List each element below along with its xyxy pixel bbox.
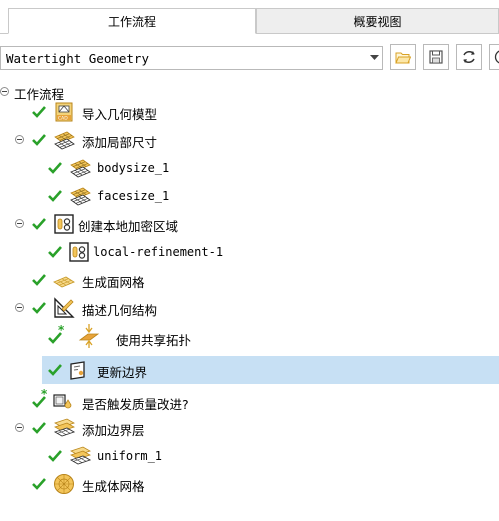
save-workflow-button[interactable] [423, 44, 449, 70]
tree-item-update-boundaries[interactable]: 更新边界 [42, 356, 499, 384]
tree-item-facesize[interactable]: facesize_1 [0, 182, 499, 210]
tree-item-share-topology[interactable]: * 使用共享拓扑 [0, 322, 499, 350]
save-icon [429, 50, 443, 64]
surface-mesh-icon [53, 276, 75, 288]
tab-workflow[interactable]: 工作流程 [8, 8, 256, 34]
chevron-down-icon [366, 47, 382, 69]
tree-item-add-boundary-layers[interactable]: 添加边界层 [0, 414, 499, 442]
tree-item-import-geometry[interactable]: CAD 导入几何模型 [0, 98, 499, 126]
collapse-icon[interactable] [15, 135, 24, 144]
mesh-size-icon [70, 187, 91, 206]
tree-item-describe-geometry[interactable]: 描述几何结构 [0, 294, 499, 322]
tree-item-label: 生成体网格 [82, 479, 145, 494]
tree-item-label: uniform_1 [97, 449, 163, 463]
tree-item-label: 导入几何模型 [82, 107, 158, 122]
tree-item-label: local-refinement-1 [93, 245, 224, 259]
collapse-icon[interactable] [15, 219, 24, 228]
share-topology-icon [78, 324, 100, 348]
check-icon [48, 246, 62, 258]
boundary-layer-icon [53, 418, 75, 437]
tab-outline-view[interactable]: 概要视图 [256, 8, 499, 34]
check-icon [32, 422, 46, 434]
tree-item-label: facesize_1 [97, 189, 170, 203]
boundary-layer-icon [69, 446, 91, 465]
check-icon [48, 450, 62, 462]
cad-import-icon: CAD [55, 102, 73, 122]
tree-item-label: 描述几何结构 [82, 303, 158, 318]
improve-quality-icon [53, 394, 72, 409]
load-workflow-button[interactable] [390, 44, 416, 70]
check-icon [32, 106, 46, 118]
collapse-icon[interactable] [15, 423, 24, 432]
mesh-size-icon [54, 131, 75, 150]
refresh-icon [463, 51, 475, 63]
describe-geometry-icon [54, 297, 75, 318]
new-task-star-icon: * [58, 323, 65, 337]
check-icon [32, 218, 46, 230]
revert-workflow-button[interactable] [456, 44, 482, 70]
folder-open-icon [395, 52, 411, 64]
refinement-region-icon [54, 214, 74, 234]
tree-item-label: 创建本地加密区域 [78, 219, 179, 234]
workflow-toolbar: Watertight Geometry [0, 44, 499, 72]
tree-item-label: 是否触发质量改进? [82, 397, 189, 412]
tree-item-uniform-1[interactable]: uniform_1 [0, 442, 499, 470]
check-icon [48, 190, 62, 202]
tree-item-generate-volume-mesh[interactable]: 生成体网格 [0, 470, 499, 498]
tree-item-label: 更新边界 [97, 365, 148, 380]
workflow-type-value: Watertight Geometry [6, 50, 149, 66]
new-task-star-icon: * [41, 387, 48, 401]
volume-mesh-icon [54, 474, 74, 494]
svg-text:CAD: CAD [58, 115, 68, 121]
tree-item-label: 添加局部尺寸 [82, 135, 158, 150]
mesh-size-icon [70, 159, 91, 178]
tab-bar: 工作流程 概要视图 [0, 0, 499, 35]
collapse-icon[interactable] [0, 87, 9, 96]
tree-item-improve-quality[interactable]: * 是否触发质量改进? [0, 386, 499, 414]
tree-item-label: 添加边界层 [82, 423, 145, 438]
tree-item-create-local-refinement[interactable]: 创建本地加密区域 [0, 210, 499, 238]
refinement-region-icon [69, 242, 89, 262]
tree-item-bodysize[interactable]: bodysize_1 [0, 154, 499, 182]
check-icon [48, 162, 62, 174]
collapse-icon[interactable] [15, 303, 24, 312]
check-icon [48, 364, 62, 376]
check-icon [32, 478, 46, 490]
tree-item-label: 生成面网格 [82, 275, 145, 290]
help-icon [494, 50, 499, 64]
tree-item-add-local-sizing[interactable]: 添加局部尺寸 [0, 126, 499, 154]
tree-item-label: bodysize_1 [97, 161, 170, 175]
check-icon [32, 274, 46, 286]
help-button[interactable] [489, 44, 499, 70]
tree-item-local-refinement-1[interactable]: local-refinement-1 [0, 238, 499, 266]
update-boundaries-icon [70, 361, 85, 380]
check-icon [32, 302, 46, 314]
workflow-type-select[interactable]: Watertight Geometry [0, 46, 383, 70]
check-icon [32, 134, 46, 146]
tree-item-generate-surface-mesh[interactable]: 生成面网格 [0, 266, 499, 294]
tree-item-label: 使用共享拓扑 [116, 333, 192, 348]
